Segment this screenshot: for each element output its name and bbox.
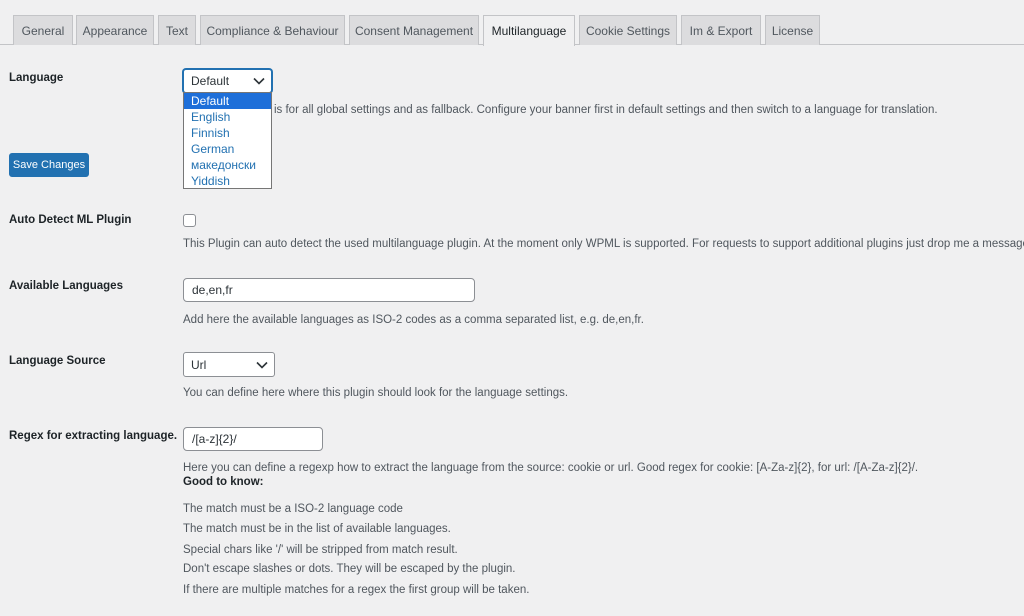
- auto-detect-description: This Plugin can auto detect the used mul…: [183, 238, 1024, 250]
- tab-im-export[interactable]: Im & Export: [681, 15, 761, 45]
- language-select-value: Default: [191, 74, 230, 88]
- tab-general[interactable]: General: [13, 15, 73, 45]
- language-option-english[interactable]: English: [184, 109, 271, 125]
- regex-note: Don't escape slashes or dots. They will …: [183, 563, 516, 575]
- tab-license[interactable]: License: [765, 15, 820, 45]
- tab-text[interactable]: Text: [158, 15, 196, 45]
- language-option-finnish[interactable]: Finnish: [184, 125, 271, 141]
- language-option-german[interactable]: German: [184, 141, 271, 157]
- tab-appearance[interactable]: Appearance: [76, 15, 154, 45]
- chevron-down-icon: [256, 361, 268, 369]
- regex-value: /[a-z]{2}/: [192, 432, 237, 446]
- regex-note: The match must be in the list of availab…: [183, 523, 451, 535]
- tab-multilanguage[interactable]: Multilanguage: [483, 15, 575, 46]
- language-source-value: Url: [191, 357, 207, 372]
- settings-tabs: General Appearance Text Compliance & Beh…: [0, 0, 1024, 46]
- language-option-yiddish[interactable]: Yiddish: [184, 173, 271, 189]
- language-label: Language: [9, 72, 64, 84]
- regex-input[interactable]: /[a-z]{2}/: [183, 427, 323, 451]
- regex-note: If there are multiple matches for a rege…: [183, 584, 530, 596]
- regex-description: Here you can define a regexp how to extr…: [183, 462, 919, 474]
- save-changes-button[interactable]: Save Changes: [9, 153, 89, 177]
- available-languages-value: de,en,fr: [192, 283, 233, 297]
- language-dropdown: Default English Finnish German македонск…: [183, 92, 272, 189]
- language-source-description: You can define here where this plugin sh…: [183, 387, 569, 399]
- available-languages-description: Add here the available languages as ISO-…: [183, 314, 644, 326]
- tab-consent-management[interactable]: Consent Management: [349, 15, 479, 45]
- language-option-macedonian[interactable]: македонски: [184, 157, 271, 173]
- regex-label: Regex for extracting language.: [9, 430, 178, 442]
- tab-cookie-settings[interactable]: Cookie Settings: [579, 15, 677, 45]
- auto-detect-checkbox[interactable]: [183, 214, 196, 227]
- language-description: ge is for all global settings and as fal…: [258, 104, 938, 116]
- tab-compliance-behaviour[interactable]: Compliance & Behaviour: [200, 15, 345, 45]
- language-select[interactable]: Default: [183, 69, 272, 93]
- regex-note: Special chars like '/' will be stripped …: [183, 544, 458, 556]
- language-source-label: Language Source: [9, 355, 106, 367]
- good-to-know-heading: Good to know:: [183, 476, 264, 488]
- available-languages-input[interactable]: de,en,fr: [183, 278, 475, 302]
- regex-note: The match must be a ISO-2 language code: [183, 503, 403, 515]
- available-languages-label: Available Languages: [9, 280, 123, 292]
- language-option-default[interactable]: Default: [184, 93, 271, 109]
- auto-detect-label: Auto Detect ML Plugin: [9, 214, 132, 226]
- chevron-down-icon: [253, 77, 265, 85]
- language-source-select[interactable]: Url: [183, 352, 275, 377]
